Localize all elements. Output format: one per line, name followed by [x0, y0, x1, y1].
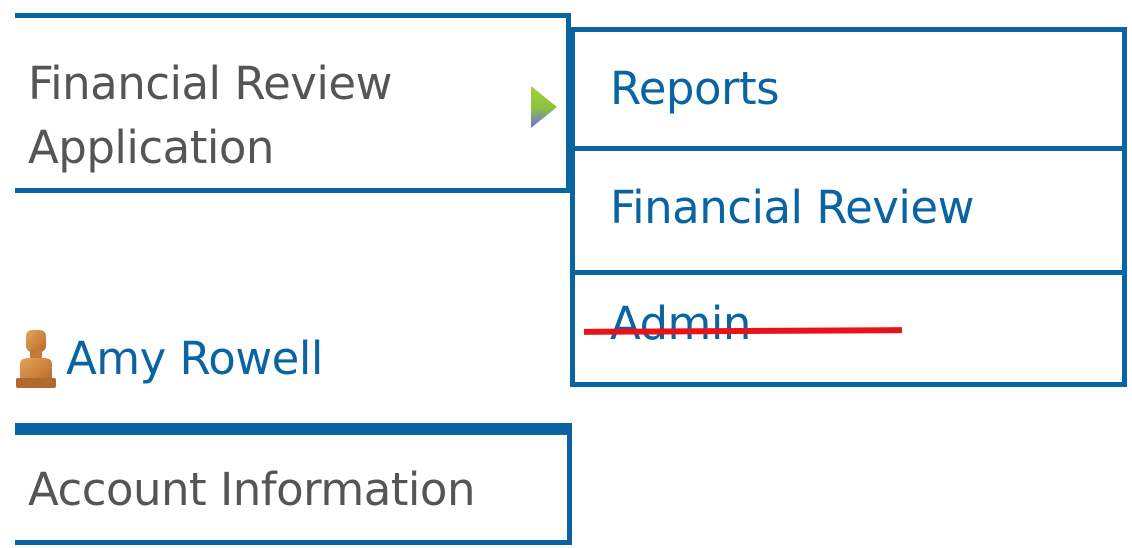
account-information-label: Account Information [28, 463, 475, 516]
application-menu[interactable]: Financial Review Application [15, 13, 571, 193]
application-title: Financial Review Application [28, 52, 392, 180]
account-information-menu[interactable]: Account Information [15, 423, 572, 545]
submenu-item-label: Financial Review [610, 181, 974, 234]
application-title-line2: Application [28, 121, 274, 174]
submenu-item-label: Admin [610, 297, 751, 350]
submenu-item-reports[interactable]: Reports [575, 32, 1122, 146]
submenu-item-financial-review[interactable]: Financial Review [575, 146, 1122, 270]
application-submenu: Reports Financial Review Admin [570, 27, 1127, 387]
submenu-item-admin[interactable]: Admin [575, 270, 1122, 387]
user-name: Amy Rowell [66, 332, 323, 385]
user-icon [16, 330, 56, 388]
play-arrow-icon[interactable] [529, 84, 559, 130]
application-title-line1: Financial Review [28, 57, 392, 110]
submenu-item-label: Reports [610, 62, 780, 115]
strikethrough-annotation [583, 327, 903, 335]
